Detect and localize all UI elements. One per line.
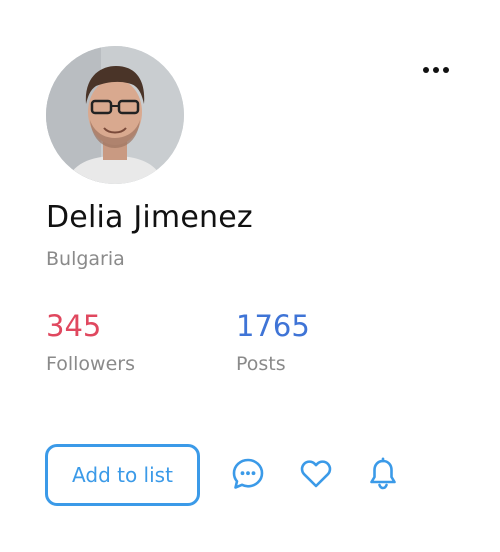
like-button[interactable] xyxy=(298,456,334,492)
profile-name: Delia Jimenez xyxy=(46,200,253,235)
followers-count: 345 xyxy=(46,309,102,343)
posts-count: 1765 xyxy=(236,309,310,343)
message-button[interactable] xyxy=(230,456,266,492)
profile-location: Bulgaria xyxy=(46,248,125,270)
avatar-photo xyxy=(46,46,184,184)
add-to-list-button[interactable]: Add to list xyxy=(45,444,200,506)
avatar[interactable] xyxy=(46,46,184,184)
heart-icon xyxy=(300,460,332,488)
notify-button[interactable] xyxy=(365,456,401,492)
more-horizontal-icon xyxy=(423,67,429,73)
bell-icon xyxy=(370,457,396,490)
followers-label: Followers xyxy=(46,353,135,375)
posts-stat[interactable]: 1765 Posts xyxy=(236,309,310,375)
chat-bubble-icon xyxy=(232,458,264,489)
posts-label: Posts xyxy=(236,353,286,375)
followers-stat[interactable]: 345 Followers xyxy=(46,309,135,375)
more-options-button[interactable] xyxy=(416,58,456,82)
profile-card: Delia Jimenez Bulgaria 345 Followers 176… xyxy=(0,0,500,552)
